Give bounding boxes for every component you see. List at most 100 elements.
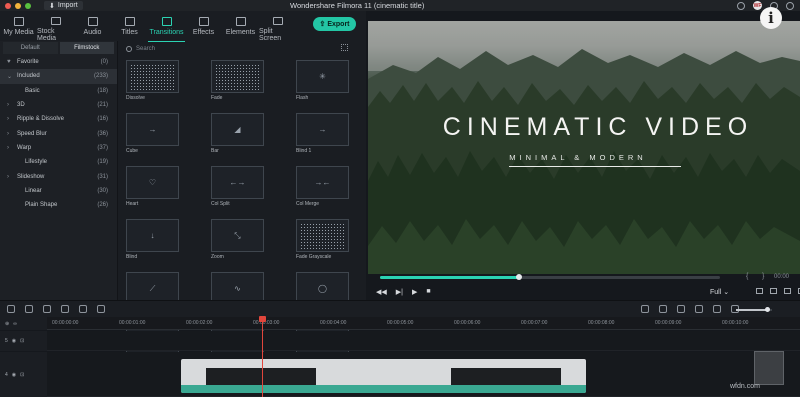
playback-scrubber-handle[interactable] <box>516 274 523 280</box>
ruler-timecode: 00:00:10:00 <box>722 320 749 326</box>
export-button[interactable]: ⇪ Export <box>313 17 356 31</box>
ruler-timecode: 00:00:09:00 <box>655 320 682 326</box>
maximize-window-button[interactable] <box>25 2 31 9</box>
category-item[interactable]: › Warp (37) <box>0 141 117 155</box>
import-button[interactable]: ⬇ Import <box>44 1 83 10</box>
transition-thumbnail[interactable]: Dissolve <box>126 60 179 101</box>
tab-audio[interactable]: Audio <box>74 14 111 42</box>
category-item[interactable]: ⌄ Included (233) <box>0 69 117 84</box>
transition-thumbnail[interactable]: ←→ Col Split <box>211 166 264 207</box>
redo-icon[interactable] <box>25 305 33 313</box>
transition-thumbnail[interactable]: ↓ Blind <box>126 219 179 260</box>
eye-icon[interactable]: ◉ <box>12 338 16 344</box>
transition-preview-image: →← <box>296 166 349 199</box>
preview-tools <box>756 288 800 294</box>
effects-icon <box>198 17 209 26</box>
transition-thumbnail[interactable]: → Blind 1 <box>296 113 349 154</box>
undo-icon[interactable] <box>7 305 15 313</box>
playback-progress-fill <box>380 276 520 279</box>
transitions-grid-panel: Search Dissolve Fade ✳ Flash → Cube ◢ Bar → Blind… <box>119 41 366 358</box>
chevron-right-icon: › <box>7 130 9 137</box>
transition-thumbnail[interactable]: ♡ Heart <box>126 166 179 207</box>
category-name: Favorite <box>17 59 39 66</box>
chevron-down-icon: ⌄ <box>7 73 13 80</box>
transition-label: Blind 1 <box>296 148 312 154</box>
snapshot-icon[interactable] <box>713 305 721 313</box>
tab-effects[interactable]: Effects <box>185 14 222 42</box>
transition-thumbnail[interactable]: →← Col Merge <box>296 166 349 207</box>
category-name: Ripple & Dissolve <box>17 116 65 123</box>
volume-icon[interactable] <box>784 288 791 294</box>
playback-progress-bar[interactable] <box>380 274 720 280</box>
tab-default[interactable]: Default <box>3 42 58 54</box>
avatar[interactable]: WF <box>753 1 762 10</box>
quality-select[interactable]: Full ⌄ <box>710 288 729 296</box>
transition-label: Blind <box>126 254 138 260</box>
tab-stock-media[interactable]: Stock Media <box>37 14 74 42</box>
transition-thumbnail[interactable]: ◢ Bar <box>211 113 264 154</box>
category-item[interactable]: Plain Shape (26) <box>0 198 117 212</box>
mark-in-icon[interactable]: { <box>746 273 748 280</box>
speed-icon[interactable] <box>79 305 87 313</box>
category-item[interactable]: Basic (18) <box>0 84 117 98</box>
playhead[interactable] <box>262 318 263 397</box>
zoom-handle[interactable] <box>764 307 770 312</box>
step-back-icon[interactable]: ▶| <box>396 288 403 296</box>
snapshot-icon[interactable] <box>770 288 777 294</box>
tab-transitions[interactable]: Transitions <box>148 14 185 42</box>
info-icon[interactable]: i <box>760 7 782 29</box>
transition-thumbnail[interactable]: Fade Grayscale <box>296 219 349 260</box>
mixer-icon[interactable] <box>695 305 703 313</box>
transition-label: Bar <box>211 148 219 154</box>
delete-icon[interactable] <box>43 305 51 313</box>
previous-frame-icon[interactable]: ◀◀ <box>376 288 387 296</box>
cut-icon[interactable] <box>61 305 69 313</box>
category-item[interactable]: Lifestyle (19) <box>0 155 117 169</box>
timeline-tools-right <box>641 305 739 313</box>
transition-thumbnail[interactable]: → Cube <box>126 113 179 154</box>
timeline-ruler[interactable]: 00:00:00:00 00:00:01:00 00:00:02:00 00:00:0… <box>47 317 800 330</box>
tab-split-screen[interactable]: Split Screen <box>259 14 296 42</box>
close-window-button[interactable] <box>5 2 11 9</box>
category-item[interactable]: ♥ Favorite (0) <box>0 55 117 69</box>
grid-view-icon[interactable] <box>341 44 348 51</box>
link-icon[interactable]: ∞ <box>13 321 17 327</box>
more-tools-icon[interactable] <box>97 305 105 313</box>
lock-icon[interactable]: ⊡ <box>20 372 24 378</box>
mark-out-icon[interactable]: } <box>762 273 764 280</box>
settings-icon[interactable] <box>786 1 794 10</box>
text-icon <box>124 17 135 26</box>
transition-thumbnail[interactable]: Fade <box>211 60 264 101</box>
tab-titles[interactable]: Titles <box>111 14 148 42</box>
stop-icon[interactable]: ■ <box>426 288 430 296</box>
eye-icon[interactable]: ◉ <box>12 372 16 378</box>
play-icon[interactable]: ▶ <box>412 288 417 296</box>
lock-icon[interactable]: ⊡ <box>20 338 24 344</box>
timeline-zoom-slider[interactable] <box>736 307 772 312</box>
tab-filmstock[interactable]: Filmstock <box>59 42 114 54</box>
microphone-icon[interactable] <box>677 305 685 313</box>
transition-thumbnail[interactable]: ✳ Flash <box>296 60 349 101</box>
monitor-icon[interactable] <box>756 288 763 294</box>
add-track-icon[interactable]: ⊕ <box>5 321 9 327</box>
transition-preview-image <box>296 219 349 252</box>
minimize-window-button[interactable] <box>15 2 21 9</box>
category-item[interactable]: › Speed Blur (36) <box>0 126 117 140</box>
search-field[interactable]: Search <box>126 44 356 54</box>
render-icon[interactable] <box>641 305 649 313</box>
category-item[interactable]: Linear (30) <box>0 184 117 198</box>
category-panel: Default Filmstock ♥ Favorite (0) ⌄ Included (… <box>0 41 118 300</box>
category-item[interactable]: › Ripple & Dissolve (16) <box>0 112 117 126</box>
tab-label: Effects <box>192 29 215 36</box>
cloud-icon[interactable] <box>737 1 745 10</box>
category-item[interactable]: › 3D (21) <box>0 98 117 112</box>
transition-thumbnail[interactable]: ⤡ Zoom <box>211 219 264 260</box>
timeline-clip[interactable] <box>181 359 586 393</box>
shield-icon[interactable] <box>659 305 667 313</box>
track-lane-5[interactable] <box>47 331 800 351</box>
timeline-corner: ⊕ ∞ <box>0 317 47 330</box>
tab-elements[interactable]: Elements <box>222 14 259 42</box>
tab-my-media[interactable]: My Media <box>0 14 37 42</box>
category-item[interactable]: › Slideshow (31) <box>0 169 117 183</box>
video-preview[interactable]: CINEMATIC VIDEO MINIMAL & MODERN <box>368 21 800 274</box>
